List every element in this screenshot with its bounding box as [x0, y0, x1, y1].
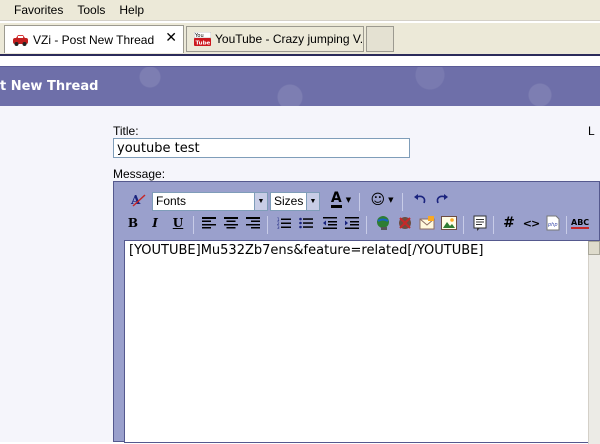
toolbar-separator: [193, 216, 194, 234]
smilies-button[interactable]: ☺ ▼: [368, 190, 396, 210]
message-content: [YOUTUBE]Mu532Zb7ens&feature=related[/YO…: [129, 243, 484, 258]
align-left-icon[interactable]: [199, 213, 219, 233]
svg-text:Tube: Tube: [196, 41, 211, 47]
menu-help[interactable]: Help: [112, 0, 151, 20]
spell-check-button[interactable]: ABC: [571, 213, 600, 233]
toolbar-separator: [402, 193, 403, 211]
code-icon: <>: [522, 216, 540, 230]
menu-tools[interactable]: Tools: [70, 0, 112, 20]
outdent-icon[interactable]: [320, 213, 340, 233]
chevron-down-icon: ▼: [254, 193, 267, 210]
title-input[interactable]: youtube test: [113, 138, 410, 158]
remove-format-icon[interactable]: A: [128, 190, 148, 210]
insert-image-icon[interactable]: [439, 213, 459, 233]
redo-icon[interactable]: [432, 190, 452, 210]
font-color-button[interactable]: A ▼: [327, 190, 355, 210]
svg-text:php: php: [547, 222, 558, 228]
underline-button[interactable]: U: [168, 213, 188, 233]
code-button[interactable]: <>: [521, 213, 541, 233]
toolbar-separator: [493, 216, 494, 234]
php-button[interactable]: php: [543, 213, 563, 233]
message-editor: Fonts ▼ Sizes ▼ A A ▼ ☺ ▼ B I U 1 2 3 # …: [113, 181, 600, 444]
size-select[interactable]: Sizes ▼: [270, 192, 320, 211]
insert-email-icon[interactable]: [417, 213, 437, 233]
chevron-down-icon: ▼: [306, 193, 319, 210]
tab-label: VZi - Post New Thread: [33, 32, 155, 47]
scroll-up-arrow-icon[interactable]: [588, 241, 600, 255]
title-label: Title:: [113, 124, 139, 138]
car-favicon-icon: [13, 34, 28, 46]
vertical-scrollbar[interactable]: [588, 241, 600, 444]
toolbar-separator: [566, 216, 567, 234]
menu-favorites[interactable]: Favorites: [7, 0, 70, 20]
underline-icon: U: [172, 216, 184, 230]
youtube-favicon-icon: You Tube: [194, 32, 211, 46]
italic-icon: I: [152, 216, 158, 230]
hash-icon: #: [503, 215, 515, 231]
quote-icon[interactable]: [470, 213, 490, 233]
svg-text:3: 3: [277, 225, 280, 229]
php-document-icon: php: [546, 215, 560, 231]
right-label: L: [588, 124, 595, 138]
toolbar-separator: [463, 216, 464, 234]
undo-icon[interactable]: [410, 190, 430, 210]
message-textarea[interactable]: [YOUTUBE]Mu532Zb7ens&feature=related[/YO…: [124, 240, 600, 444]
chevron-down-icon: ▼: [388, 196, 394, 204]
smiley-icon: ☺: [370, 192, 386, 208]
remove-link-icon[interactable]: [395, 213, 415, 233]
font-color-icon: A: [330, 190, 342, 208]
insert-link-icon[interactable]: [373, 213, 393, 233]
bold-icon: B: [127, 216, 139, 230]
toolbar-separator: [359, 193, 360, 211]
font-select[interactable]: Fonts ▼: [152, 192, 268, 211]
font-select-value: Fonts: [156, 194, 187, 208]
ordered-list-icon[interactable]: 123: [274, 213, 294, 233]
hash-tag-button[interactable]: #: [499, 213, 519, 233]
indent-icon[interactable]: [342, 213, 362, 233]
toolbar-separator: [267, 216, 268, 234]
bold-button[interactable]: B: [123, 213, 143, 233]
new-tab-button[interactable]: [366, 26, 394, 52]
message-label: Message:: [113, 167, 166, 181]
italic-button[interactable]: I: [145, 213, 165, 233]
tab-post-new-thread[interactable]: VZi - Post New Thread ✕: [4, 25, 184, 53]
menu-bar: Favorites Tools Help: [0, 0, 600, 21]
page-title: t New Thread: [0, 79, 99, 94]
align-right-icon[interactable]: [243, 213, 263, 233]
page-header: t New Thread: [0, 66, 600, 106]
size-select-value: Sizes: [274, 194, 304, 208]
spell-check-icon: ABC: [571, 217, 590, 229]
tab-label: YouTube - Crazy jumping V...: [215, 32, 364, 46]
close-tab-icon[interactable]: ✕: [165, 31, 177, 45]
chevron-down-icon: ▼: [345, 196, 352, 204]
tab-strip-divider: [0, 54, 600, 56]
tab-strip: VZi - Post New Thread ✕ You Tube YouTube…: [0, 22, 600, 54]
unordered-list-icon[interactable]: [296, 213, 316, 233]
align-center-icon[interactable]: [221, 213, 241, 233]
tab-youtube[interactable]: You Tube YouTube - Crazy jumping V...: [186, 26, 364, 52]
toolbar-separator: [366, 216, 367, 234]
